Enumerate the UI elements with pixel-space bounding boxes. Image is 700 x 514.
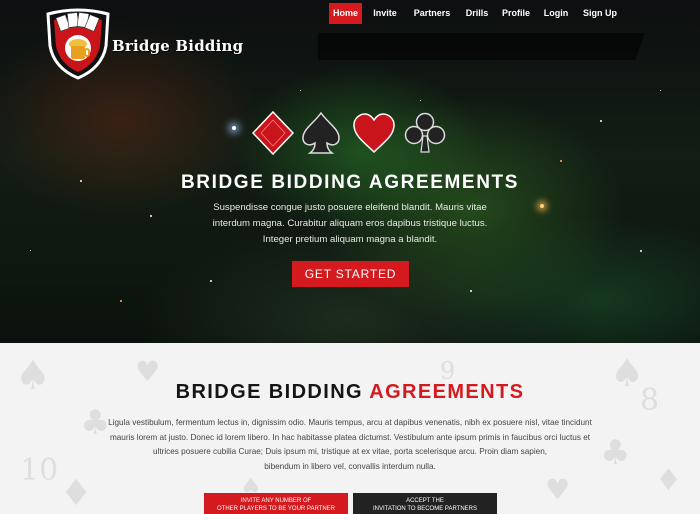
nav-invite[interactable]: Invite — [368, 3, 402, 24]
nav-profile[interactable]: Profile — [498, 3, 534, 24]
section-line: ultrices posuere cubilia Curae; Duis ips… — [152, 447, 548, 457]
nav-signup[interactable]: Sign Up — [580, 3, 620, 24]
hero-line: Integer pretium aliquam magna a blandit. — [262, 234, 438, 245]
invite-button-line1: INVITE ANY NUMBER OF — [240, 498, 312, 504]
logo[interactable] — [44, 8, 112, 80]
heart-icon — [351, 110, 397, 156]
diamond-icon — [250, 110, 296, 156]
section-title-part2: AGREEMENTS — [369, 381, 525, 403]
nav-drills[interactable]: Drills — [462, 3, 492, 24]
hero-title: BRIDGE BIDDING AGREEMENTS — [180, 172, 520, 193]
main-nav — [318, 33, 645, 60]
invite-button-line2: OTHER PLAYERS TO BE YOUR PARTNER — [216, 506, 336, 512]
section-line: mauris lorem at justo. Donec id lorem li… — [109, 432, 591, 442]
section-title-part1: BRIDGE BIDDING — [175, 381, 370, 403]
club-icon — [402, 110, 448, 156]
brand-name[interactable]: Bridge Bidding — [112, 37, 243, 55]
accept-invitation-button[interactable]: ACCEPT THE INVITATION TO BECOME PARTNERS — [353, 493, 497, 514]
hero-line: Suspendisse congue justo posuere eleifen… — [213, 202, 487, 213]
hero-line: interdum magna. Curabitur aliquam eros d… — [212, 218, 488, 229]
accept-button-line2: INVITATION TO BECOME PARTNERS — [372, 506, 477, 512]
nav-login[interactable]: Login — [540, 3, 572, 24]
accept-button-line1: ACCEPT THE — [406, 498, 444, 504]
section-description: Ligula vestibulum, fermentum lectus in, … — [92, 416, 608, 474]
hero-description: Suspendisse congue justo posuere eleifen… — [175, 200, 525, 248]
spade-icon — [298, 110, 344, 156]
section-line: bibendum in libero vel, convallis interd… — [264, 461, 436, 471]
nav-partners[interactable]: Partners — [410, 3, 454, 24]
nav-home[interactable]: Home — [329, 3, 362, 24]
section-line: Ligula vestibulum, fermentum lectus in, … — [108, 418, 592, 427]
invite-players-button[interactable]: INVITE ANY NUMBER OF OTHER PLAYERS TO BE… — [204, 493, 348, 514]
section-title: BRIDGE BIDDING AGREEMENTS — [0, 381, 700, 404]
get-started-button[interactable]: GET STARTED — [292, 261, 409, 287]
